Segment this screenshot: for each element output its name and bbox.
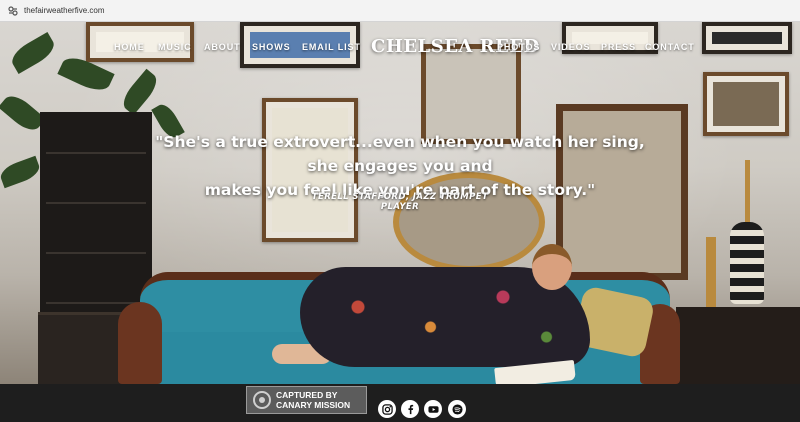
captured-by-canary-mission-stamp: CAPTURED BY CANARY MISSION [246,386,367,414]
spotify-icon[interactable] [448,400,466,418]
nav-email-list[interactable]: EMAIL LIST [302,42,361,52]
nav-videos[interactable]: VIDEOS [551,42,590,52]
nav-music[interactable]: MUSIC [158,42,192,52]
browser-address-bar[interactable]: thefairweatherfive.com [0,0,800,22]
nav-home[interactable]: HOME [114,42,145,52]
youtube-icon[interactable] [424,400,442,418]
nav-shows[interactable]: SHOWS [252,42,291,52]
nav-contact[interactable]: CONTACT [645,42,695,52]
nav-press[interactable]: PRESS [601,42,636,52]
facebook-icon[interactable] [401,400,419,418]
quote-attribution: TERELL STAFFORD, JAZZ TRUMPET PLAYER [311,192,489,212]
footer: CAPTURED BY CANARY MISSION [0,384,800,422]
candlestick [706,237,716,307]
stamp-text: CANARY MISSION [276,400,351,410]
url-text[interactable]: thefairweatherfive.com [24,6,104,15]
wall-art-painting [703,72,789,136]
main-navigation: HOME MUSIC ABOUT SHOWS EMAIL LIST CHELSE… [0,22,800,72]
singer [532,244,572,290]
stamp-text: CAPTURED BY [276,390,338,400]
quote-line: "She's a true extrovert...even when you … [155,133,645,175]
seal-icon [253,391,271,409]
nav-photos[interactable]: PHOTOS [497,42,540,52]
nav-about[interactable]: ABOUT [204,42,241,52]
table-lamp [730,222,764,304]
side-cabinet [676,307,800,384]
instagram-icon[interactable] [378,400,396,418]
cabinet [38,312,128,384]
site-settings-icon[interactable] [6,4,20,18]
